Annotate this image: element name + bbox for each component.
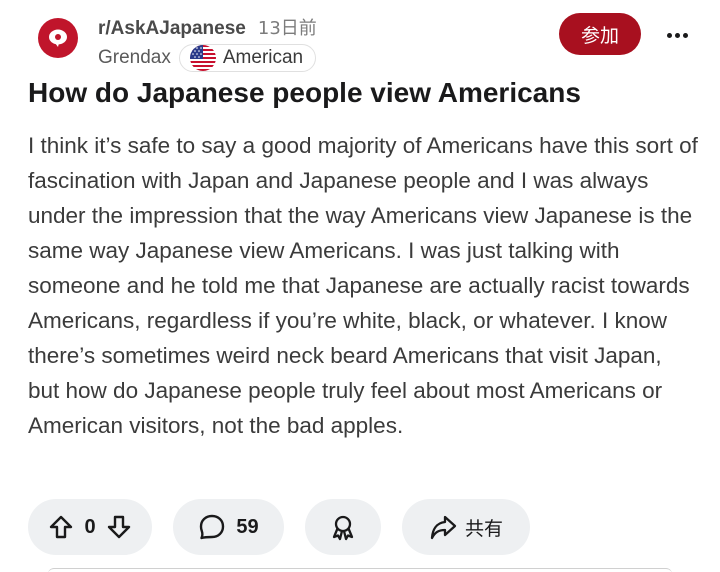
comment-box-edge (48, 568, 672, 572)
vote-count: 0 (84, 515, 96, 538)
arrow-up-icon[interactable] (48, 514, 74, 540)
vote-control: 0 (28, 499, 152, 555)
subreddit-link[interactable]: r/AskAJapanese (98, 18, 246, 40)
post-action-bar: 0 59 共有 (28, 499, 530, 555)
arrow-down-icon[interactable] (106, 514, 132, 540)
comment-count: 59 (236, 515, 259, 538)
us-flag-icon (189, 45, 216, 71)
comments-button[interactable]: 59 (173, 499, 284, 555)
post-title[interactable]: How do Japanese people view Americans (28, 76, 698, 110)
comment-bubble-icon (198, 513, 226, 541)
user-flair: American (178, 44, 317, 72)
more-dots-icon[interactable] (662, 22, 692, 48)
post-meta: r/AskAJapanese 13日前 Grendax American (98, 14, 317, 72)
post-time: 13日前 (257, 18, 317, 39)
subreddit-avatar-icon[interactable] (38, 18, 78, 58)
join-button[interactable]: 参加 (559, 13, 641, 55)
post-header: r/AskAJapanese 13日前 Grendax American 参加 (38, 13, 698, 72)
share-arrow-icon (429, 513, 457, 541)
award-button[interactable] (305, 499, 381, 555)
share-button[interactable]: 共有 (402, 499, 530, 555)
author-link[interactable]: Grendax (98, 47, 171, 69)
post-body: I think it’s safe to say a good majority… (28, 133, 698, 438)
flair-label: American (222, 47, 304, 68)
award-icon (329, 513, 357, 541)
share-label: 共有 (464, 517, 503, 540)
